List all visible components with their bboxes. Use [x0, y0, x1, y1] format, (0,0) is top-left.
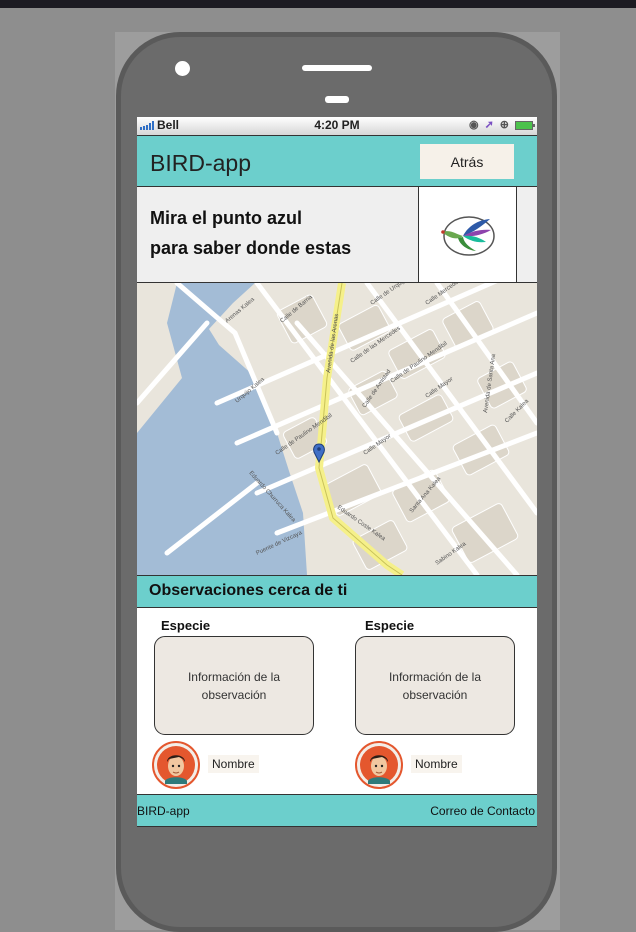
banner-text: Mira el punto azul para saber donde esta…	[150, 203, 351, 263]
speaker-grille	[302, 65, 372, 71]
phone-screen: Bell 4:20 PM ◉ ➚ ⊕ BIRD-app Atrás Mira e…	[137, 117, 537, 827]
battery-icon	[515, 121, 535, 130]
status-icons: ◉ ➚ ⊕	[468, 119, 535, 132]
avatar-icon[interactable]	[152, 741, 200, 789]
observation-info[interactable]: Información de la observación	[355, 636, 515, 735]
bird-logo-icon	[441, 216, 495, 256]
app-footer: BIRD-app Correo de Contacto	[137, 794, 537, 827]
contact-link[interactable]: Correo de Contacto	[430, 804, 535, 818]
species-label: Especie	[161, 618, 211, 633]
observations-title: Observaciones cerca de ti	[149, 582, 348, 599]
location-arrow-icon: ➚	[484, 119, 494, 131]
status-bar: Bell 4:20 PM ◉ ➚ ⊕	[137, 117, 537, 135]
observations-list: Especie Información de la observación No…	[137, 608, 537, 794]
user-name[interactable]: Nombre	[411, 755, 462, 773]
lock-rotation-icon: ◉	[468, 119, 479, 131]
observations-header: Observaciones cerca de ti	[137, 575, 537, 608]
banner-line-2: para saber donde estas	[150, 238, 352, 258]
species-label: Especie	[365, 618, 415, 633]
footer-app-name: BIRD-app	[137, 804, 190, 818]
top-dark-bar	[0, 0, 636, 8]
sensor-icon	[325, 96, 349, 103]
avatar-icon[interactable]	[355, 741, 403, 789]
logo-box	[418, 187, 517, 282]
observation-card[interactable]: Especie Información de la observación No…	[337, 608, 537, 794]
map-canvas[interactable]: Calle de Barria Calle de Urquijo Avenida…	[137, 283, 537, 575]
camera-icon	[175, 61, 190, 76]
alarm-icon: ⊕	[499, 119, 509, 131]
app-title: BIRD-app	[150, 150, 251, 176]
observation-info[interactable]: Información de la observación	[154, 636, 314, 735]
observation-card[interactable]: Especie Información de la observación No…	[137, 608, 337, 794]
banner-line-1: Mira el punto azul	[150, 208, 303, 228]
app-header: BIRD-app Atrás	[137, 135, 537, 187]
location-banner: Mira el punto azul para saber donde esta…	[137, 187, 537, 283]
user-name[interactable]: Nombre	[208, 755, 259, 773]
back-button[interactable]: Atrás	[420, 144, 514, 179]
map-view[interactable]: Calle de Barria Calle de Urquijo Avenida…	[137, 283, 537, 575]
